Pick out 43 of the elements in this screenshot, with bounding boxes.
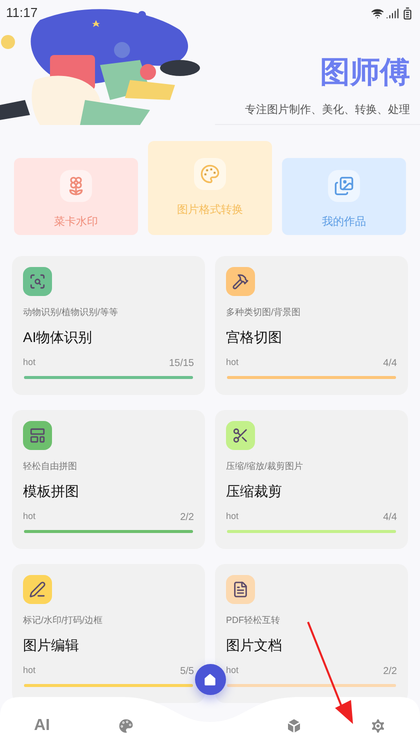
usage-count: 5/5 bbox=[180, 665, 194, 679]
palette-icon bbox=[117, 717, 135, 735]
app-title: 图师傅 bbox=[320, 55, 410, 91]
tool-caption: 轻松自由拼图 bbox=[23, 460, 78, 473]
tool-card[interactable]: 动物识别/植物识别/等等 AI物体识别 hot 15/15 bbox=[12, 256, 205, 395]
tool-title: AI物体识别 bbox=[23, 328, 94, 346]
hot-tag: hot bbox=[23, 510, 36, 525]
gallery-icon bbox=[328, 170, 360, 202]
battery-icon bbox=[401, 6, 414, 20]
tool-card[interactable]: 标记/水印/打码/边框 图片编辑 hot 5/5 bbox=[12, 564, 205, 703]
tool-card[interactable]: 压缩/缩放/裁剪图片 压缩裁剪 hot 4/4 bbox=[215, 410, 408, 549]
tool-card[interactable]: 多种类切图/背景图 宫格切图 hot 4/4 bbox=[215, 256, 408, 395]
tool-title: 宫格切图 bbox=[226, 328, 283, 346]
tool-caption: 多种类切图/背景图 bbox=[226, 306, 302, 319]
signal-icon bbox=[386, 6, 399, 20]
nav-tab[interactable]: AI bbox=[30, 714, 54, 738]
palette-icon bbox=[194, 158, 226, 190]
tool-title: 压缩裁剪 bbox=[226, 482, 283, 500]
usage-count: 4/4 bbox=[383, 357, 397, 371]
hot-tag: hot bbox=[23, 356, 36, 371]
wifi-icon bbox=[371, 6, 384, 20]
usage-count: 4/4 bbox=[383, 511, 397, 525]
flower-pot-icon bbox=[60, 170, 92, 202]
app-subtitle: 专注图片制作、美化、转换、处理 bbox=[245, 102, 410, 118]
hot-tag: hot bbox=[226, 664, 239, 679]
tool-card[interactable]: PDF轻松互转 图片文档 hot 2/2 bbox=[215, 564, 408, 703]
hot-tag: hot bbox=[23, 664, 36, 679]
hot-tag: hot bbox=[226, 510, 239, 525]
usage-count: 2/2 bbox=[180, 511, 194, 525]
tool-caption: PDF轻松互转 bbox=[226, 614, 281, 627]
tool-caption: 动物识别/植物识别/等等 bbox=[23, 306, 120, 319]
status-time: 11:17 bbox=[6, 4, 38, 22]
tool-title: 模板拼图 bbox=[23, 482, 80, 500]
hot-tag: hot bbox=[226, 356, 239, 371]
tool-title: 图片文档 bbox=[226, 636, 283, 654]
usage-count: 15/15 bbox=[168, 357, 194, 371]
usage-count: 2/2 bbox=[383, 665, 397, 679]
tool-caption: 标记/水印/打码/边框 bbox=[23, 614, 104, 627]
tool-card[interactable]: 轻松自由拼图 模板拼图 hot 2/2 bbox=[12, 410, 205, 549]
home-icon bbox=[202, 672, 218, 688]
tool-caption: 压缩/缩放/裁剪图片 bbox=[226, 460, 304, 473]
tool-title: 图片编辑 bbox=[23, 636, 80, 654]
settings-icon bbox=[369, 717, 387, 735]
